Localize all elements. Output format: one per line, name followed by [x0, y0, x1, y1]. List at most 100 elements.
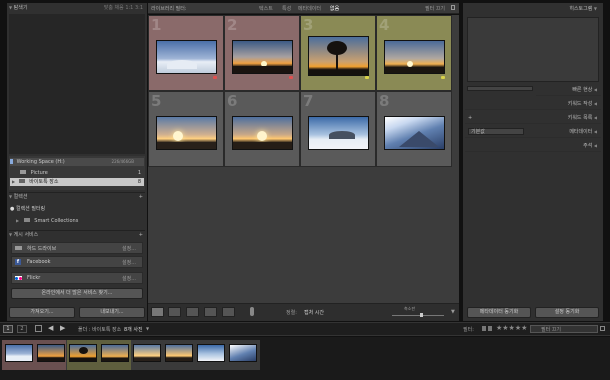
survey-view-icon[interactable]: [204, 307, 217, 317]
navigator-preview[interactable]: [9, 14, 145, 154]
add-service-icon[interactable]: +: [139, 231, 143, 239]
sync-metadata-button[interactable]: 메타데이터 동기화: [467, 307, 531, 318]
color-label-yellow: [365, 76, 369, 79]
photo-thumbnail[interactable]: [384, 40, 445, 74]
smart-collections-item[interactable]: ▶ Smart Collections: [10, 217, 144, 225]
filter-tab-metadata[interactable]: 메타데이터: [298, 5, 321, 12]
grid-cell[interactable]: 7: [300, 91, 376, 167]
section-metadata[interactable]: 기본값 메타데이터 ◀: [465, 126, 601, 138]
page-1-button[interactable]: 1: [3, 325, 13, 333]
service-label: Flickr: [27, 275, 41, 281]
back-arrow-icon[interactable]: ◀: [48, 324, 53, 332]
expand-triangle-icon: ◀: [593, 143, 597, 148]
flag-filter-icon[interactable]: [488, 326, 492, 331]
filmstrip-thumbnail[interactable]: [133, 344, 161, 362]
folder-label: 바이토톡 장소: [29, 179, 59, 185]
grid-cell[interactable]: 2: [224, 15, 300, 91]
folder-root-row[interactable]: Working Space (H:) 226/466GB: [10, 158, 144, 166]
filter-preset-select[interactable]: 필터 끄기: [530, 325, 598, 333]
cell-number: 3: [303, 16, 314, 34]
compare-view-icon[interactable]: [186, 307, 199, 317]
folder-item[interactable]: Picture 1: [10, 169, 144, 177]
slider-thumb[interactable]: [420, 313, 423, 317]
photo-thumbnail[interactable]: [156, 116, 217, 150]
filmstrip-thumbnail[interactable]: [197, 344, 225, 362]
thumbnail-size-slider[interactable]: [392, 313, 444, 317]
publish-service-facebook[interactable]: f Facebook 설정...: [11, 256, 143, 268]
people-view-icon[interactable]: [222, 307, 235, 317]
collections-header[interactable]: ▼ 컬렉션 +: [9, 192, 145, 200]
hard-drive-icon: [15, 246, 22, 250]
navigator-header[interactable]: ▼ 탐색기 맞춤 채움 1:1 3:1: [9, 4, 145, 12]
photo-thumbnail[interactable]: [156, 40, 217, 74]
add-keyword-icon[interactable]: +: [468, 112, 472, 124]
section-keyword-list[interactable]: + 키워드 목록 ◀: [465, 112, 601, 124]
filmstrip-thumbnail[interactable]: [165, 344, 193, 362]
section-title: 빠른 현상: [572, 87, 593, 93]
service-settings[interactable]: 설정...: [122, 245, 136, 252]
filmstrip-thumbnail[interactable]: [69, 344, 97, 362]
publish-services-header[interactable]: ▼ 게시 서비스 +: [9, 230, 145, 238]
smart-collection-icon: [23, 218, 30, 222]
collapse-triangle-icon: ▼: [9, 232, 13, 237]
page-2-button[interactable]: 2: [17, 325, 27, 333]
import-button[interactable]: 가져오기...: [9, 307, 75, 318]
filmstrip-dropdown-icon[interactable]: ▼: [146, 326, 149, 331]
lock-icon[interactable]: [451, 5, 455, 10]
star-rating-filter[interactable]: ★★★★★: [496, 324, 527, 332]
section-quick-develop[interactable]: 빠른 현상 ◀: [536, 84, 601, 96]
folder-item-selected[interactable]: ▶ 바이토톡 장소 8: [10, 178, 144, 186]
section-title: 메타데이터: [569, 129, 593, 135]
service-settings[interactable]: 설정...: [122, 259, 136, 266]
grid-cell[interactable]: 3: [300, 15, 376, 91]
histogram-header[interactable]: 히스토그램 ▼: [465, 5, 601, 13]
filter-switch-icon[interactable]: [600, 326, 605, 331]
filter-preset-select[interactable]: 필터 끄기: [425, 5, 445, 12]
add-collection-icon[interactable]: +: [139, 193, 143, 201]
filmstrip-thumbnail[interactable]: [5, 344, 33, 362]
grid-cell[interactable]: 4: [376, 15, 452, 91]
section-comments[interactable]: 주석 ◀: [465, 140, 601, 152]
sort-select[interactable]: 캡처 시간: [304, 309, 324, 316]
flag-filter-icon[interactable]: [482, 326, 486, 331]
filmstrip-thumbnail[interactable]: [229, 344, 257, 362]
section-keywording[interactable]: 키워드 작성 ◀: [465, 98, 601, 110]
grid-cell[interactable]: 8: [376, 91, 452, 167]
folder-root-label: Working Space (H:): [16, 159, 65, 165]
metadata-preset-select[interactable]: 기본값: [468, 128, 524, 135]
photo-thumbnail[interactable]: [308, 116, 369, 150]
grid-cell[interactable]: 6: [224, 91, 300, 167]
photo-thumbnail[interactable]: [232, 40, 293, 74]
service-label: 하드 드라이브: [27, 246, 57, 252]
folder-icon: [18, 179, 25, 183]
forward-arrow-icon[interactable]: ▶: [60, 324, 65, 332]
sync-settings-button[interactable]: 설정 동기화: [535, 307, 599, 318]
grid-cell[interactable]: 5: [148, 91, 224, 167]
cell-number: 6: [227, 92, 238, 110]
filmstrip-source[interactable]: 폴더 : 바이토톡 장소: [78, 326, 121, 333]
filmstrip-thumbnail[interactable]: [101, 344, 129, 362]
service-settings[interactable]: 설정...: [122, 275, 136, 282]
painter-icon[interactable]: [250, 307, 254, 316]
grid-mode-icon[interactable]: [35, 325, 42, 332]
filter-tab-attribute[interactable]: 특성: [282, 5, 291, 12]
navigator-zoom-modes[interactable]: 맞춤 채움 1:1 3:1: [104, 4, 143, 12]
export-button[interactable]: 내보내기...: [79, 307, 145, 318]
collection-filter-item[interactable]: ● 컬렉션 필터링: [10, 205, 144, 213]
filter-tab-none[interactable]: 없음: [330, 5, 339, 12]
filter-tab-text[interactable]: 텍스트: [259, 5, 273, 12]
toolbar-menu-icon[interactable]: ▼: [451, 309, 455, 315]
grid-cell[interactable]: 1: [148, 15, 224, 91]
photo-thumbnail[interactable]: [384, 116, 445, 150]
photo-thumbnail[interactable]: [232, 116, 293, 150]
publish-service-hdd[interactable]: 하드 드라이브 설정...: [11, 242, 143, 254]
expand-triangle-icon: ◀: [593, 87, 597, 92]
filmstrip-thumbnail[interactable]: [37, 344, 65, 362]
grid-view-icon[interactable]: [151, 307, 164, 317]
loupe-view-icon[interactable]: [168, 307, 181, 317]
publish-service-flickr[interactable]: Flickr 설정...: [11, 272, 143, 284]
publish-services-title: 게시 서비스: [13, 232, 39, 238]
photo-thumbnail[interactable]: [308, 36, 369, 76]
collection-filter-label: 컬렉션 필터링: [15, 206, 46, 212]
find-more-services-button[interactable]: 온라인에서 더 많은 서비스 찾기...: [11, 288, 143, 299]
